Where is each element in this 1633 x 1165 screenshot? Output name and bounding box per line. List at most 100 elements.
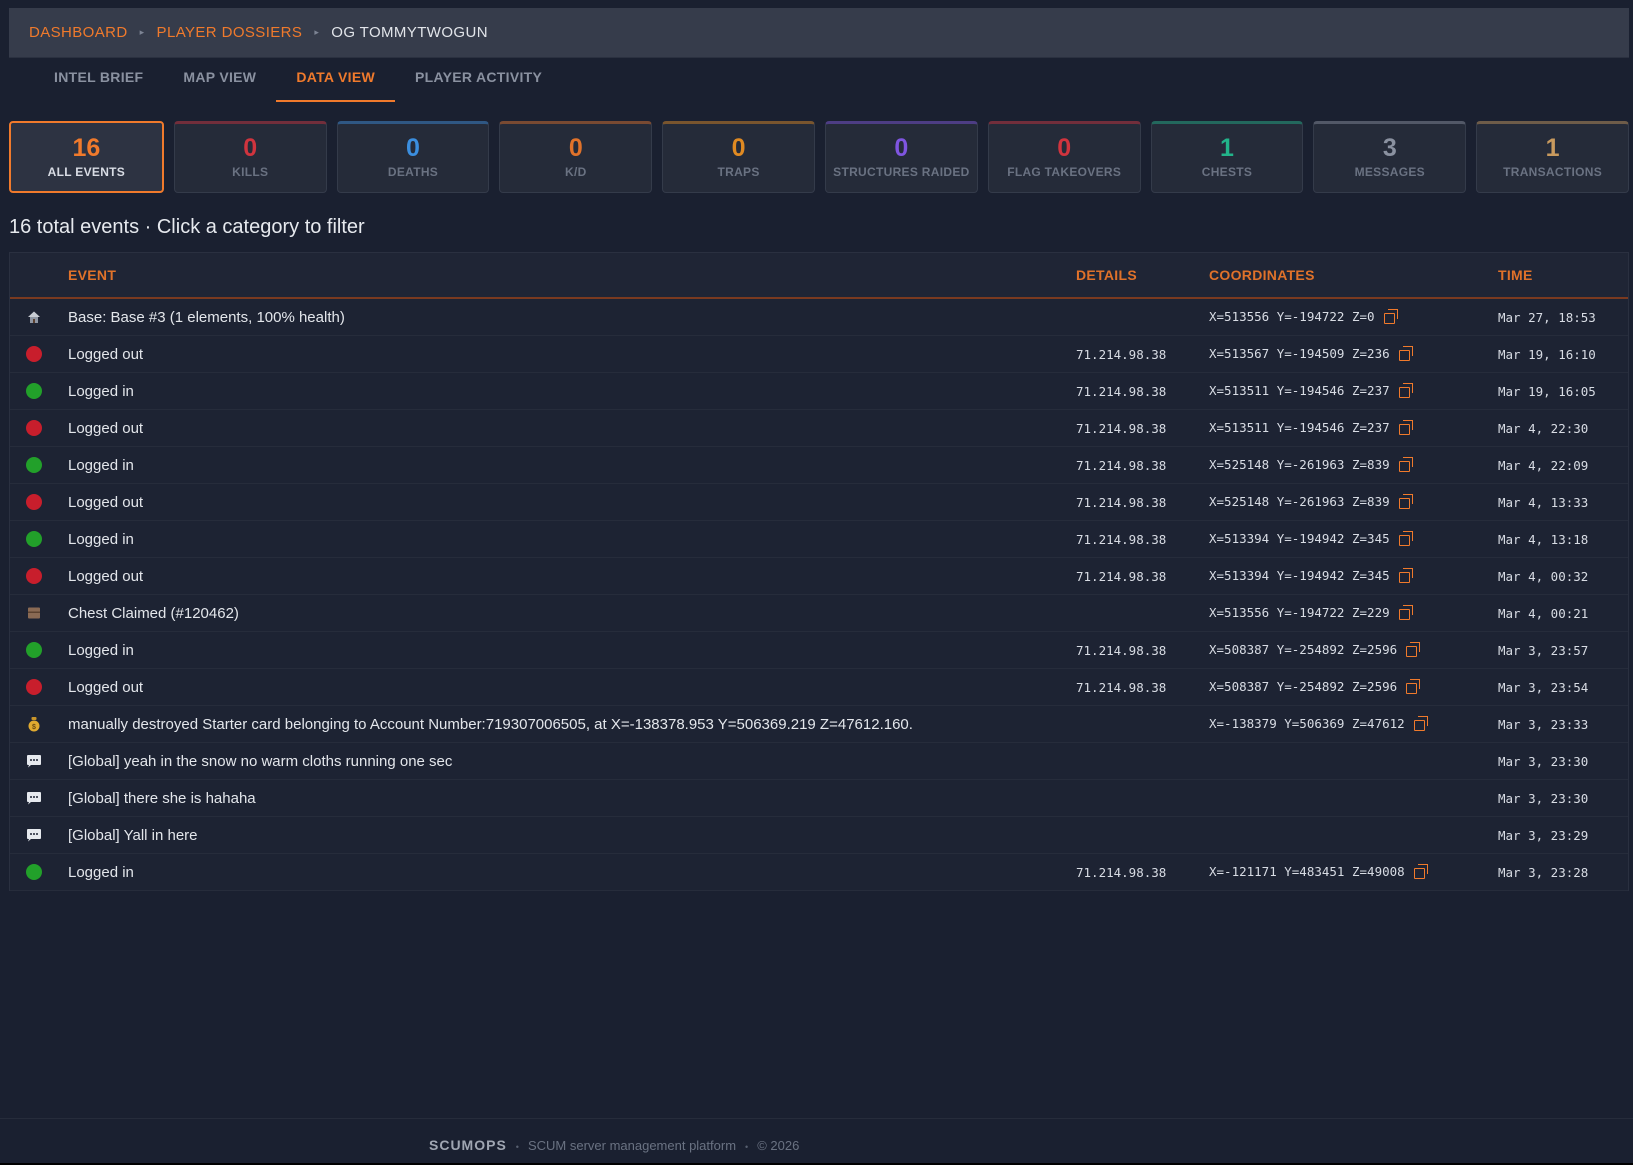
event-coordinates: X=513511 Y=-194546 Z=237 xyxy=(1209,420,1414,435)
event-coordinates: X=513556 Y=-194722 Z=229 xyxy=(1209,605,1414,620)
event-coordinates: X=508387 Y=-254892 Z=2596 xyxy=(1209,642,1421,657)
event-time: Mar 3, 23:33 xyxy=(1498,717,1589,732)
table-body: Base: Base #3 (1 elements, 100% health) X… xyxy=(10,299,1628,891)
event-text: Logged out xyxy=(68,568,144,585)
event-time: Mar 4, 22:30 xyxy=(1498,421,1589,436)
event-time: Mar 3, 23:54 xyxy=(1498,680,1589,695)
event-text: Logged in xyxy=(68,383,134,400)
table-row[interactable]: [Global] there she is hahaha Mar 3, 23:30 xyxy=(10,780,1628,817)
event-details: 71.214.98.38 xyxy=(1076,865,1167,880)
tab-intel-brief[interactable]: INTEL BRIEF xyxy=(34,58,163,102)
tab-player-activity[interactable]: PLAYER ACTIVITY xyxy=(395,58,562,102)
chat-icon xyxy=(26,753,42,769)
copy-icon[interactable] xyxy=(1398,605,1414,620)
money-bag-icon: $ xyxy=(26,716,42,732)
event-time: Mar 3, 23:30 xyxy=(1498,791,1589,806)
event-text: Logged out xyxy=(68,420,144,437)
table-row[interactable]: Logged out 71.214.98.38 X=513511 Y=-194546… xyxy=(10,410,1628,447)
event-coordinates: X=525148 Y=-261963 Z=839 xyxy=(1209,457,1414,472)
stat-card-chests[interactable]: 1 CHESTS xyxy=(1150,121,1304,193)
stat-card-traps[interactable]: 0 TRAPS xyxy=(662,121,815,193)
coordinates-text: X=513511 Y=-194546 Z=237 xyxy=(1209,383,1390,398)
tab-map-view[interactable]: MAP VIEW xyxy=(163,58,276,102)
header-time: TIME xyxy=(1498,267,1533,283)
copy-icon[interactable] xyxy=(1398,568,1414,583)
event-time: Mar 27, 18:53 xyxy=(1498,310,1596,325)
event-icon xyxy=(26,568,42,584)
event-details: 71.214.98.38 xyxy=(1076,569,1167,584)
table-row[interactable]: Base: Base #3 (1 elements, 100% health) X… xyxy=(10,299,1628,336)
table-row[interactable]: Logged in 71.214.98.38 X=508387 Y=-254892 … xyxy=(10,632,1628,669)
stat-card-flag-takeovers[interactable]: 0 FLAG TAKEOVERS xyxy=(987,121,1141,193)
event-details: 71.214.98.38 xyxy=(1076,384,1167,399)
event-text: Chest Claimed (#120462) xyxy=(68,605,239,622)
login-dot-icon xyxy=(26,864,42,880)
stat-card-messages[interactable]: 3 MESSAGES xyxy=(1313,121,1467,193)
table-row[interactable]: $ manually destroyed Starter card belongi… xyxy=(10,706,1628,743)
table-row[interactable]: Logged in 71.214.98.38 X=525148 Y=-261963 … xyxy=(10,447,1628,484)
copy-icon[interactable] xyxy=(1383,309,1399,324)
event-text: Logged out xyxy=(68,346,144,363)
stat-card-row: 16 ALL EVENTS 0 KILLS 0 DEATHS 0 K/D 0 TRAPS 0 STRU… xyxy=(9,121,1629,193)
copy-icon[interactable] xyxy=(1398,346,1414,361)
coordinates-text: X=513556 Y=-194722 Z=229 xyxy=(1209,605,1390,620)
copy-icon[interactable] xyxy=(1398,420,1414,435)
copy-icon[interactable] xyxy=(1398,494,1414,509)
stat-card-transactions[interactable]: 1 TRANSACTIONS xyxy=(1476,121,1629,193)
event-time: Mar 3, 23:28 xyxy=(1498,865,1589,880)
event-time: Mar 3, 23:30 xyxy=(1498,754,1589,769)
stat-card-value: 0 xyxy=(243,134,258,162)
stat-card-kills[interactable]: 0 KILLS xyxy=(173,121,327,193)
copy-icon[interactable] xyxy=(1398,457,1414,472)
logout-dot-icon xyxy=(26,420,42,436)
breadcrumb-player-dossiers-link[interactable]: PLAYER DOSSIERS xyxy=(157,24,303,41)
event-coordinates: X=525148 Y=-261963 Z=839 xyxy=(1209,494,1414,509)
breadcrumb-current: OG TOMMYTWOGUN xyxy=(331,24,488,41)
table-row[interactable]: Logged out 71.214.98.38 X=525148 Y=-261963… xyxy=(10,484,1628,521)
event-text: Logged out xyxy=(68,679,144,696)
table-row[interactable]: Logged in 71.214.98.38 X=513511 Y=-194546 … xyxy=(10,373,1628,410)
stat-card-value: 16 xyxy=(72,134,101,162)
footer: SCUMOPS • SCUM server management platfor… xyxy=(0,1118,1633,1165)
coordinates-text: X=525148 Y=-261963 Z=839 xyxy=(1209,457,1390,472)
table-row[interactable]: Logged out 71.214.98.38 X=508387 Y=-254892… xyxy=(10,669,1628,706)
stat-card-k-d[interactable]: 0 K/D xyxy=(499,121,653,193)
table-row[interactable]: Logged in 71.214.98.38 X=513394 Y=-194942 … xyxy=(10,521,1628,558)
stat-card-all-events[interactable]: 16 ALL EVENTS xyxy=(9,121,164,193)
stat-card-deaths[interactable]: 0 DEATHS xyxy=(336,121,490,193)
login-dot-icon xyxy=(26,457,42,473)
event-details: 71.214.98.38 xyxy=(1076,532,1167,547)
table-row[interactable]: Logged out 71.214.98.38 X=513394 Y=-194942… xyxy=(10,558,1628,595)
event-time: Mar 19, 16:10 xyxy=(1498,347,1596,362)
event-text: [Global] Yall in here xyxy=(68,827,198,844)
table-row[interactable]: [Global] yeah in the snow no warm cloths… xyxy=(10,743,1628,780)
stat-card-label: K/D xyxy=(565,165,587,179)
table-row[interactable]: Logged out 71.214.98.38 X=513567 Y=-194509… xyxy=(10,336,1628,373)
copy-icon[interactable] xyxy=(1406,642,1421,657)
header-event: EVENT xyxy=(68,267,117,283)
table-row[interactable]: [Global] Yall in here Mar 3, 23:29 xyxy=(10,817,1628,854)
table-row[interactable]: Logged in 71.214.98.38 X=-121171 Y=483451 … xyxy=(10,854,1628,891)
event-icon xyxy=(26,457,42,473)
copy-icon[interactable] xyxy=(1398,383,1414,398)
event-time: Mar 3, 23:57 xyxy=(1498,643,1589,658)
copy-icon[interactable] xyxy=(1413,716,1429,731)
event-text: Base: Base #3 (1 elements, 100% health) xyxy=(68,309,345,326)
event-text: Logged in xyxy=(68,642,134,659)
copy-icon[interactable] xyxy=(1406,679,1421,694)
event-coordinates: X=513511 Y=-194546 Z=237 xyxy=(1209,383,1414,398)
breadcrumb-dashboard-link[interactable]: DASHBOARD xyxy=(29,24,128,41)
event-icon xyxy=(26,531,42,547)
event-details: 71.214.98.38 xyxy=(1076,643,1167,658)
stat-card-label: CHESTS xyxy=(1201,165,1253,179)
stat-card-structures-raided[interactable]: 0 STRUCTURES RAIDED xyxy=(824,121,978,193)
copy-icon[interactable] xyxy=(1398,531,1414,546)
coordinates-text: X=525148 Y=-261963 Z=839 xyxy=(1209,494,1390,509)
event-summary: 16 total events · Click a category to fi… xyxy=(9,216,365,238)
stat-card-value: 1 xyxy=(1545,134,1560,162)
table-row[interactable]: Chest Claimed (#120462) X=513556 Y=-19472… xyxy=(10,595,1628,632)
chat-icon xyxy=(26,790,42,806)
copy-icon[interactable] xyxy=(1413,864,1429,879)
tab-data-view[interactable]: DATA VIEW xyxy=(276,58,395,102)
breadcrumb: DASHBOARD ▸ PLAYER DOSSIERS ▸ OG TOMMYTW… xyxy=(9,8,1629,58)
